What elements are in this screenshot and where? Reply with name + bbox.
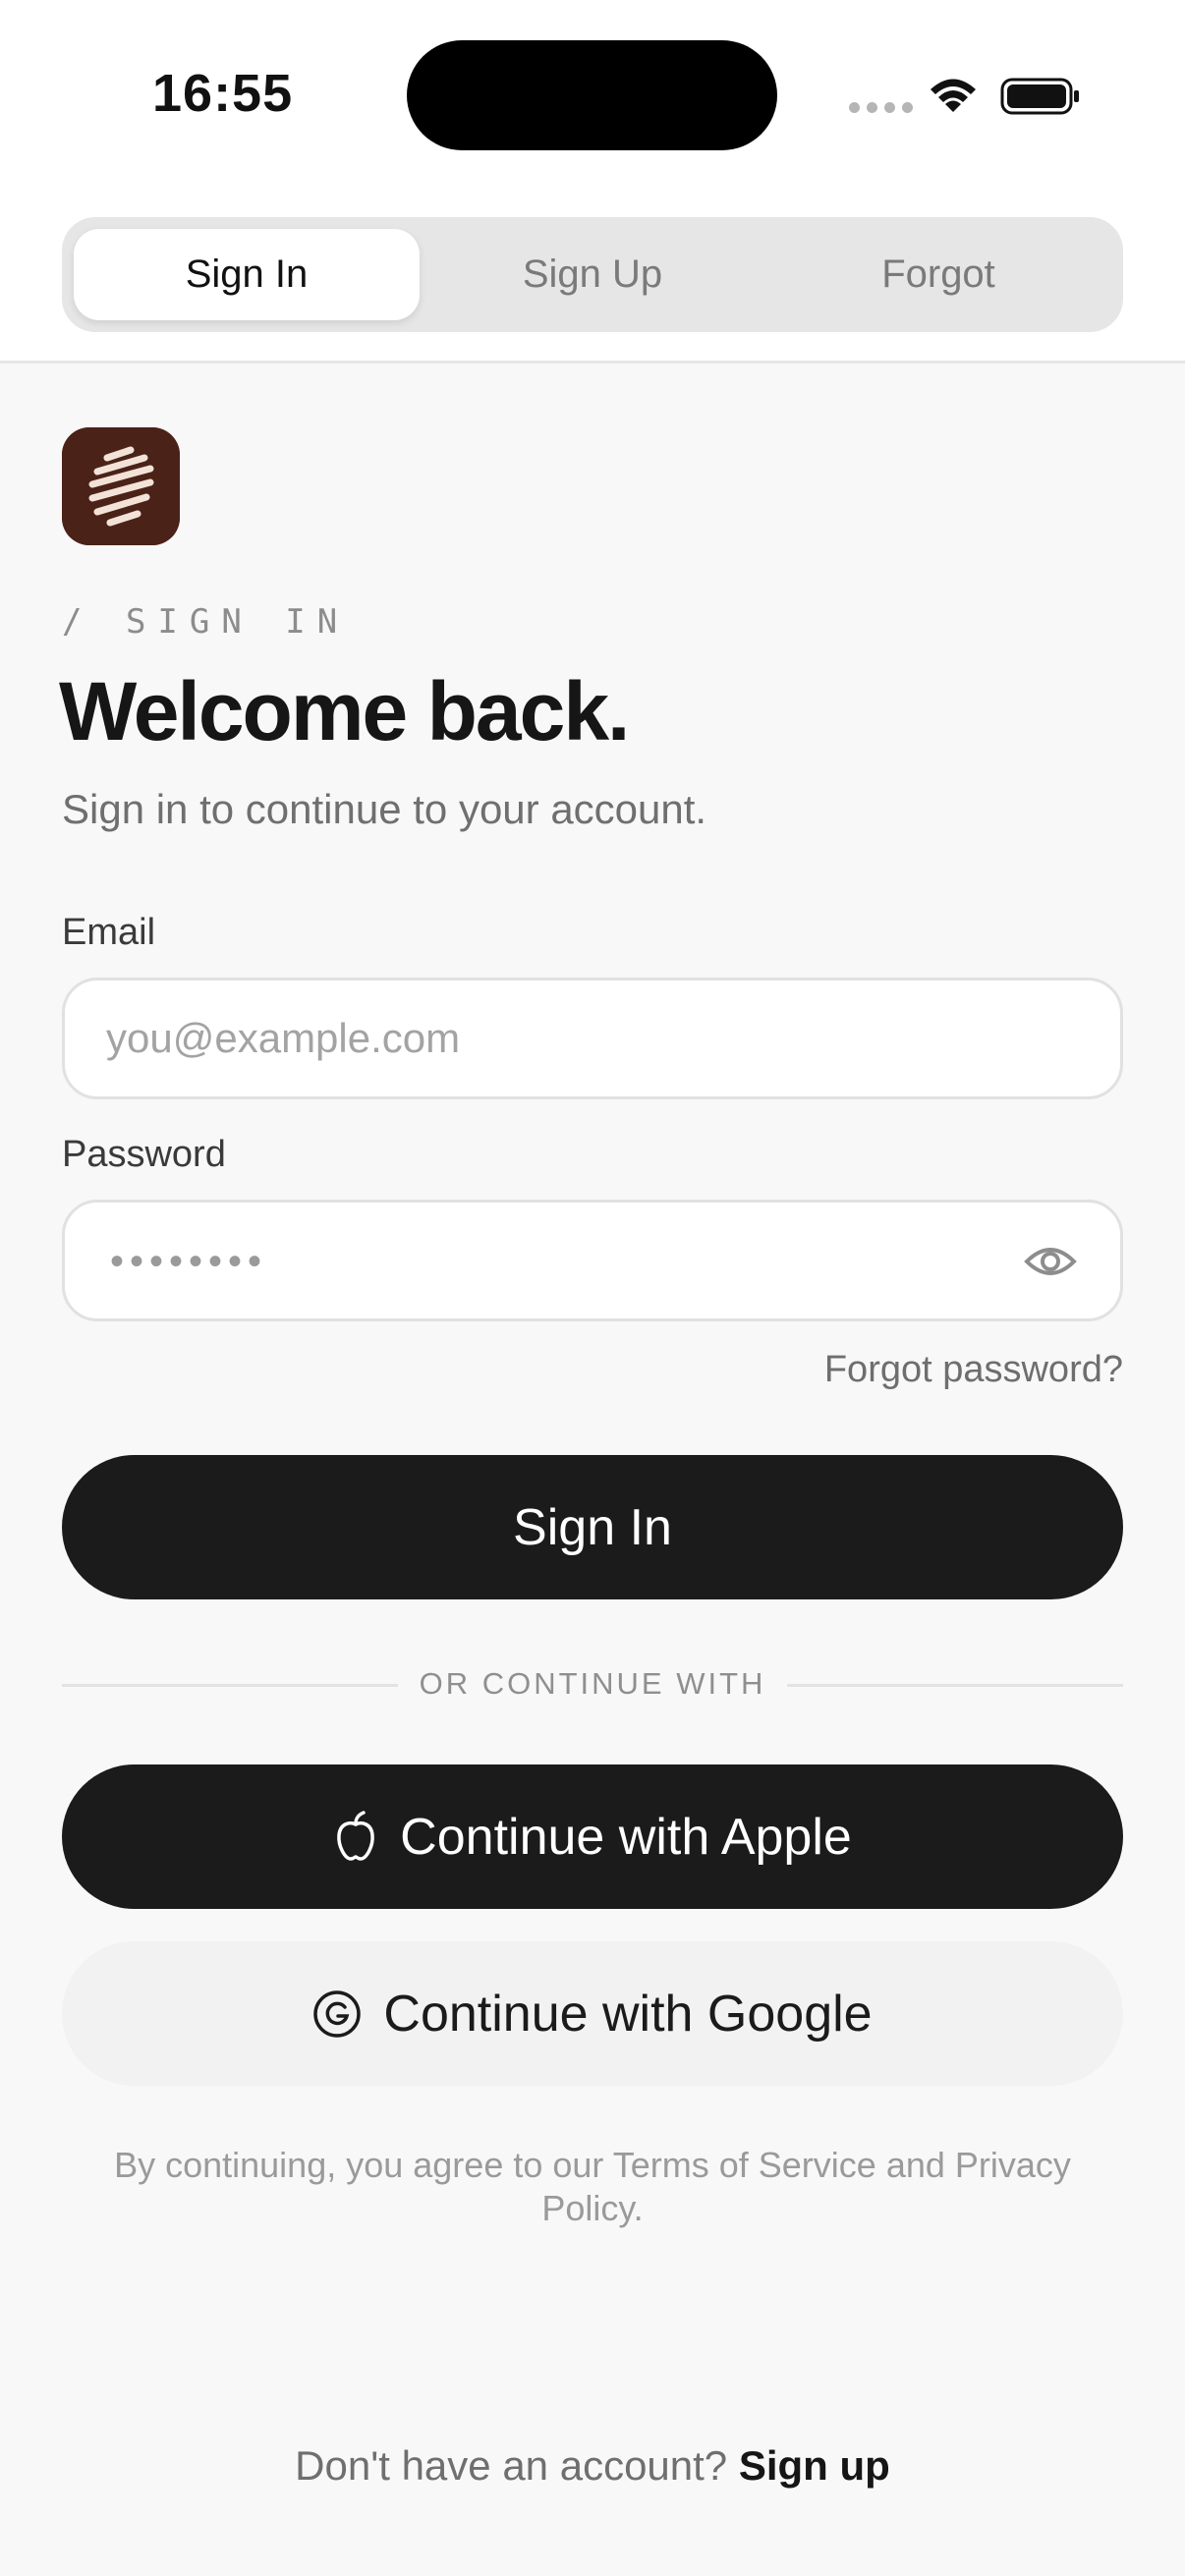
sign-up-link[interactable]: Sign up — [739, 2442, 890, 2489]
sign-in-screen: 16:55 Sign In Sign Up Forgot / SIGN IN W… — [0, 0, 1185, 2576]
password-field[interactable]: •••••••• — [62, 1200, 1123, 1321]
sign-up-prompt: Don't have an account? Sign up — [0, 2442, 1185, 2490]
password-label: Password — [62, 1134, 226, 1175]
status-time: 16:55 — [152, 64, 294, 123]
eye-icon[interactable] — [1024, 1242, 1077, 1281]
app-logo-icon — [62, 427, 180, 545]
password-placeholder: •••••••• — [110, 1240, 268, 1283]
tab-sign-up[interactable]: Sign Up — [420, 229, 765, 320]
google-icon — [312, 1989, 362, 2039]
email-label: Email — [62, 912, 156, 953]
google-button-label: Continue with Google — [383, 1985, 873, 2043]
wifi-icon — [931, 79, 976, 112]
email-field-container — [62, 978, 1123, 1099]
continue-with-apple-button[interactable]: Continue with Apple — [62, 1764, 1123, 1909]
tab-forgot[interactable]: Forgot — [765, 229, 1111, 320]
top-bar: 16:55 Sign In Sign Up Forgot — [0, 0, 1185, 364]
sign-in-button-label: Sign In — [513, 1498, 672, 1556]
forgot-password-link[interactable]: Forgot password? — [824, 1349, 1123, 1391]
apple-icon — [333, 1810, 378, 1864]
sign-in-button[interactable]: Sign In — [62, 1455, 1123, 1599]
tab-sign-in[interactable]: Sign In — [74, 229, 420, 320]
sign-up-prompt-text: Don't have an account? — [295, 2442, 728, 2489]
cellular-signal-icon — [849, 102, 913, 113]
dynamic-island — [407, 40, 777, 150]
apple-button-label: Continue with Apple — [400, 1808, 852, 1866]
divider-line-right — [787, 1684, 1123, 1687]
social-divider: OR CONTINUE WITH — [62, 1660, 1123, 1709]
continue-with-google-button[interactable]: Continue with Google — [62, 1941, 1123, 2086]
email-field[interactable] — [104, 980, 988, 1096]
page-title: Welcome back. — [59, 665, 630, 757]
battery-icon — [1000, 78, 1079, 115]
page-subtitle: Sign in to continue to your account. — [62, 786, 707, 832]
auth-tabs: Sign In Sign Up Forgot — [62, 217, 1123, 332]
terms-notice: By continuing, you agree to our Terms of… — [114, 2145, 1071, 2228]
section-eyebrow: / SIGN IN — [62, 602, 350, 642]
